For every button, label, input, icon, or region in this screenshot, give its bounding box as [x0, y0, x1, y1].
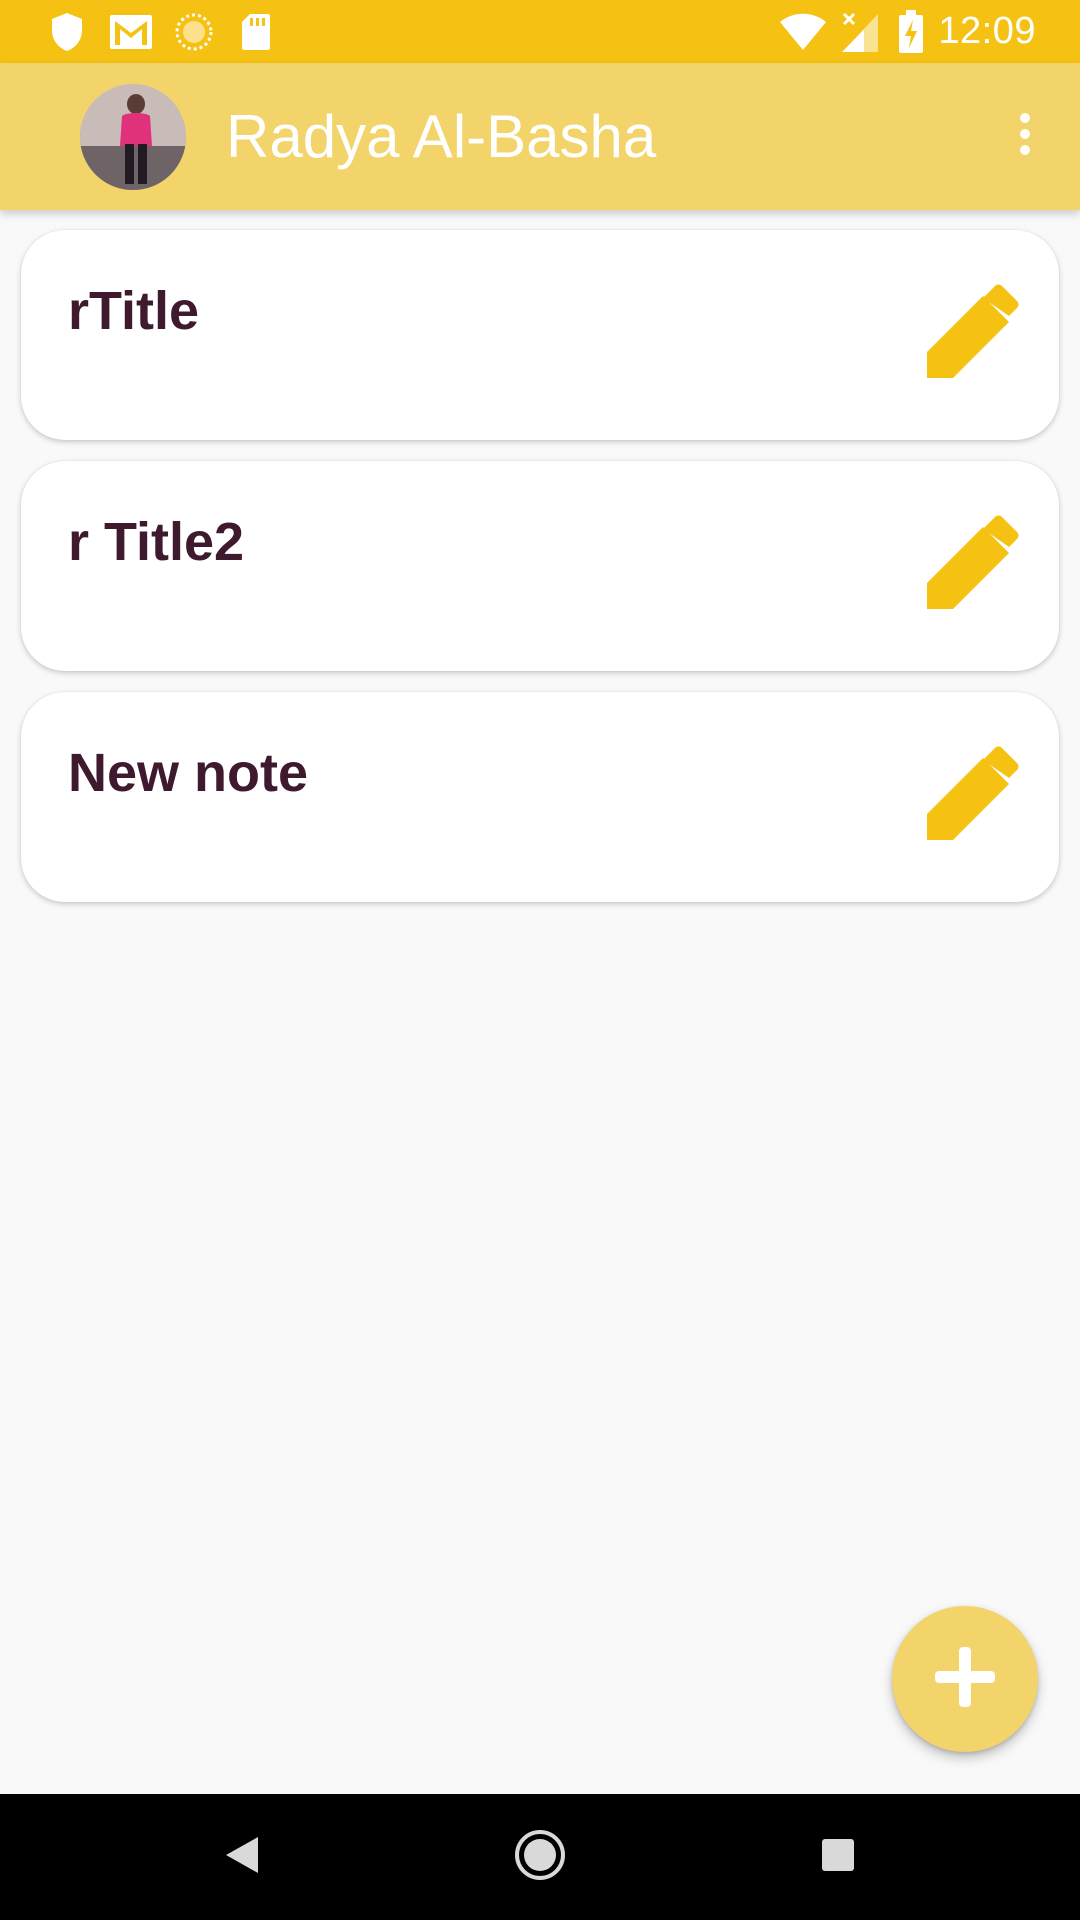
navigation-bar: [0, 1794, 1080, 1920]
user-avatar[interactable]: [80, 84, 186, 190]
note-card[interactable]: New note: [21, 692, 1059, 902]
note-card[interactable]: r Title2: [21, 461, 1059, 671]
edit-note-button[interactable]: [923, 746, 1023, 846]
note-card[interactable]: rTitle: [21, 230, 1059, 440]
back-icon: [224, 1835, 260, 1880]
sd-card-icon: [240, 0, 272, 63]
pencil-icon: [923, 513, 1023, 618]
battery-charging-icon: [898, 0, 924, 63]
more-vert-icon: [1018, 112, 1032, 161]
status-clock: 12:09: [938, 10, 1036, 52]
recents-icon: [820, 1837, 856, 1878]
pencil-icon: [923, 744, 1023, 849]
home-button[interactable]: [470, 1794, 610, 1920]
screen: 12:09 Radya Al-Basha rTitle r Title2 New…: [0, 0, 1080, 1920]
back-button[interactable]: [172, 1794, 312, 1920]
edit-note-button[interactable]: [923, 515, 1023, 615]
cell-signal-icon: [840, 0, 880, 63]
shield-icon: [50, 0, 84, 63]
app-title: Radya Al-Basha: [226, 103, 657, 170]
recents-button[interactable]: [768, 1794, 908, 1920]
pencil-icon: [923, 282, 1023, 387]
more-options-button[interactable]: [970, 63, 1080, 210]
status-bar: 12:09: [0, 0, 1080, 63]
sun-icon: [174, 0, 214, 63]
add-note-button[interactable]: [892, 1606, 1038, 1752]
edit-note-button[interactable]: [923, 284, 1023, 384]
home-icon: [514, 1829, 566, 1886]
note-title: New note: [68, 743, 309, 803]
wifi-icon: [778, 0, 828, 63]
note-title: rTitle: [68, 281, 200, 341]
gmail-icon: [108, 0, 154, 63]
note-title: r Title2: [68, 512, 245, 572]
plus-icon: [933, 1645, 997, 1714]
app-bar: Radya Al-Basha: [0, 63, 1080, 210]
